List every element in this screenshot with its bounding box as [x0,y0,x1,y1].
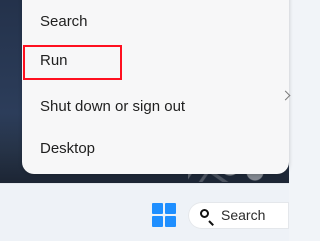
menu-item-desktop[interactable]: Desktop [40,134,95,164]
search-icon [200,209,209,218]
windows-start-icon [152,216,163,227]
search-label: Search [221,207,266,223]
windows-start-icon [165,203,176,214]
chevron-right-icon [280,90,291,101]
power-user-menu: Search Run Shut down or sign out Desktop [22,0,291,174]
windows-start-icon [165,216,176,227]
taskbar: Search [0,183,289,241]
windows-start-icon [152,203,163,214]
start-button[interactable] [152,203,176,227]
taskbar-search-box[interactable]: Search [188,202,289,229]
menu-item-shut-down-or-sign-out[interactable]: Shut down or sign out [40,92,272,122]
menu-item-run[interactable]: Run [40,46,68,76]
menu-item-search[interactable]: Search [40,7,88,37]
